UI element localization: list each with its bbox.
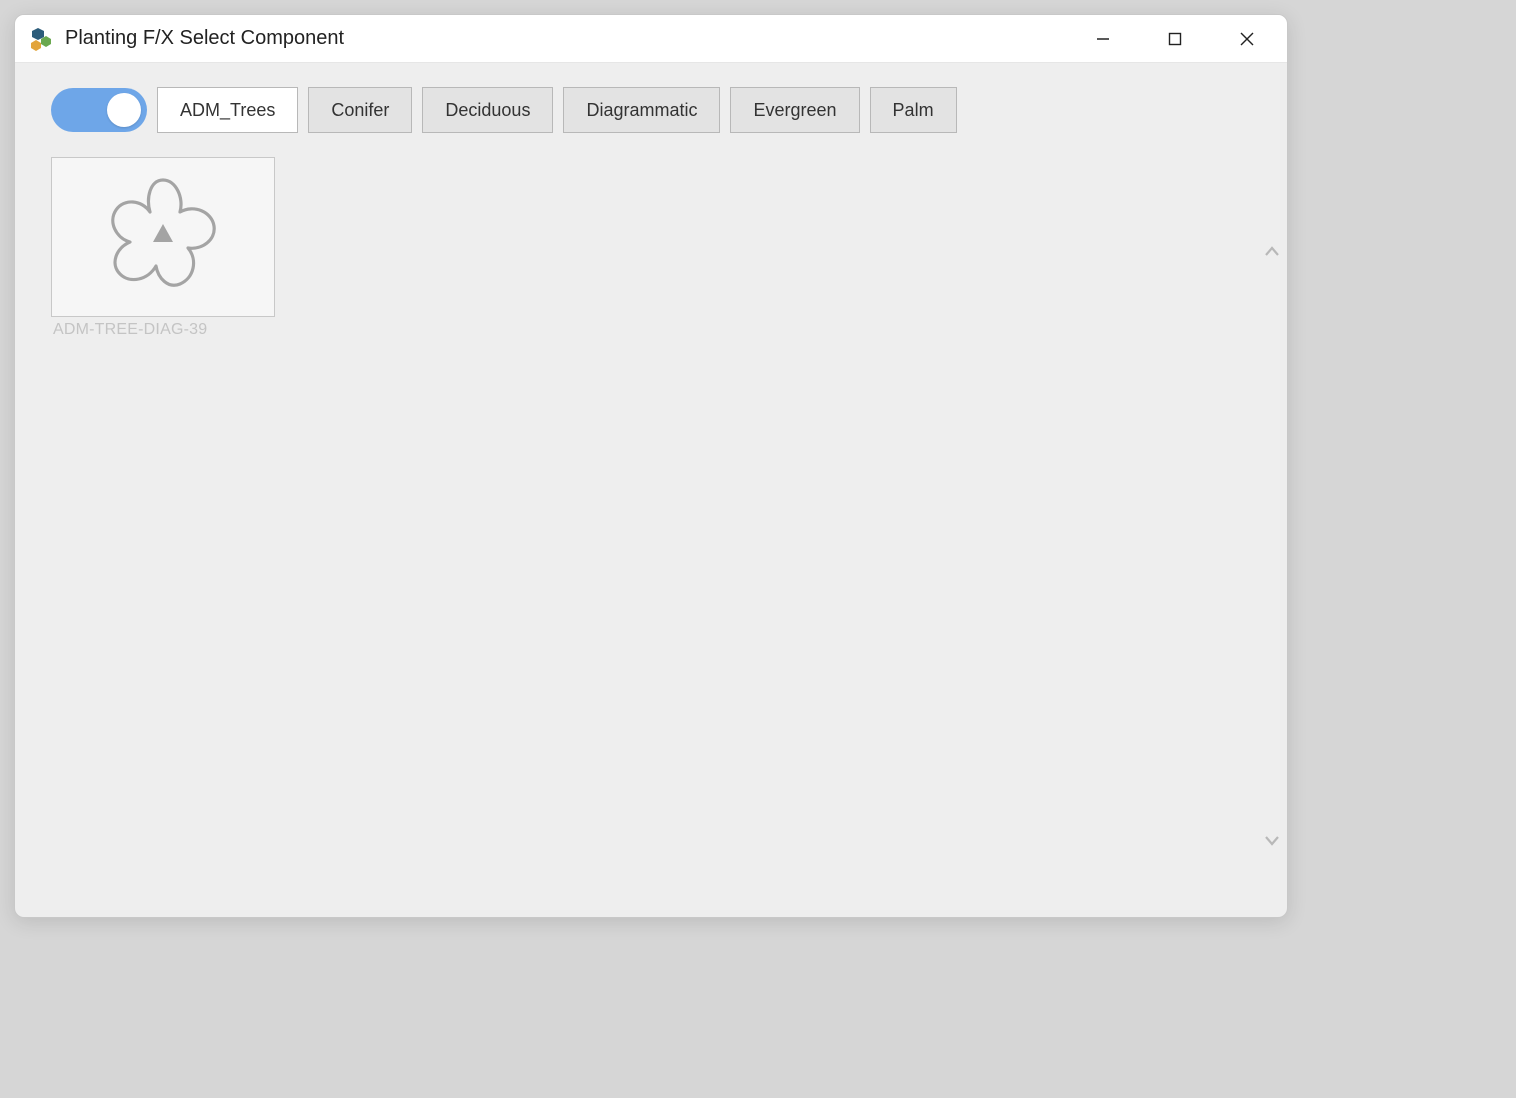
close-button[interactable] <box>1211 15 1283 63</box>
content-area: ADM-TREE-DIAG-39 <box>15 149 1287 917</box>
tab-deciduous[interactable]: Deciduous <box>422 87 553 133</box>
tab-label: ADM_Trees <box>180 100 275 121</box>
tab-label: Palm <box>893 100 934 121</box>
scroll-up-icon[interactable] <box>1263 243 1281 261</box>
tab-label: Deciduous <box>445 100 530 121</box>
tab-diagrammatic[interactable]: Diagrammatic <box>563 87 720 133</box>
app-icon <box>29 27 53 51</box>
toolbar: ADM_Trees Conifer Deciduous Diagrammatic… <box>15 87 1287 149</box>
tab-label: Conifer <box>331 100 389 121</box>
window-title: Planting F/X Select Component <box>65 27 1067 50</box>
tab-adm-trees[interactable]: ADM_Trees <box>157 87 298 133</box>
component-item: ADM-TREE-DIAG-39 <box>51 157 275 339</box>
dialog-body: ADM_Trees Conifer Deciduous Diagrammatic… <box>15 63 1287 917</box>
component-label: ADM-TREE-DIAG-39 <box>51 317 275 339</box>
minimize-button[interactable] <box>1067 15 1139 63</box>
titlebar: Planting F/X Select Component <box>15 15 1287 63</box>
tab-label: Diagrammatic <box>586 100 697 121</box>
dialog-window: Planting F/X Select Component ADM_Trees … <box>14 14 1288 918</box>
flower-diagram-icon <box>88 162 238 312</box>
view-toggle[interactable] <box>51 88 147 132</box>
tab-evergreen[interactable]: Evergreen <box>730 87 859 133</box>
vertical-scrollbar[interactable] <box>1257 235 1287 857</box>
window-controls <box>1067 15 1283 62</box>
tab-palm[interactable]: Palm <box>870 87 957 133</box>
tab-label: Evergreen <box>753 100 836 121</box>
scroll-down-icon[interactable] <box>1263 831 1281 849</box>
maximize-button[interactable] <box>1139 15 1211 63</box>
toggle-knob <box>107 93 141 127</box>
component-thumbnail[interactable] <box>51 157 275 317</box>
tab-conifer[interactable]: Conifer <box>308 87 412 133</box>
